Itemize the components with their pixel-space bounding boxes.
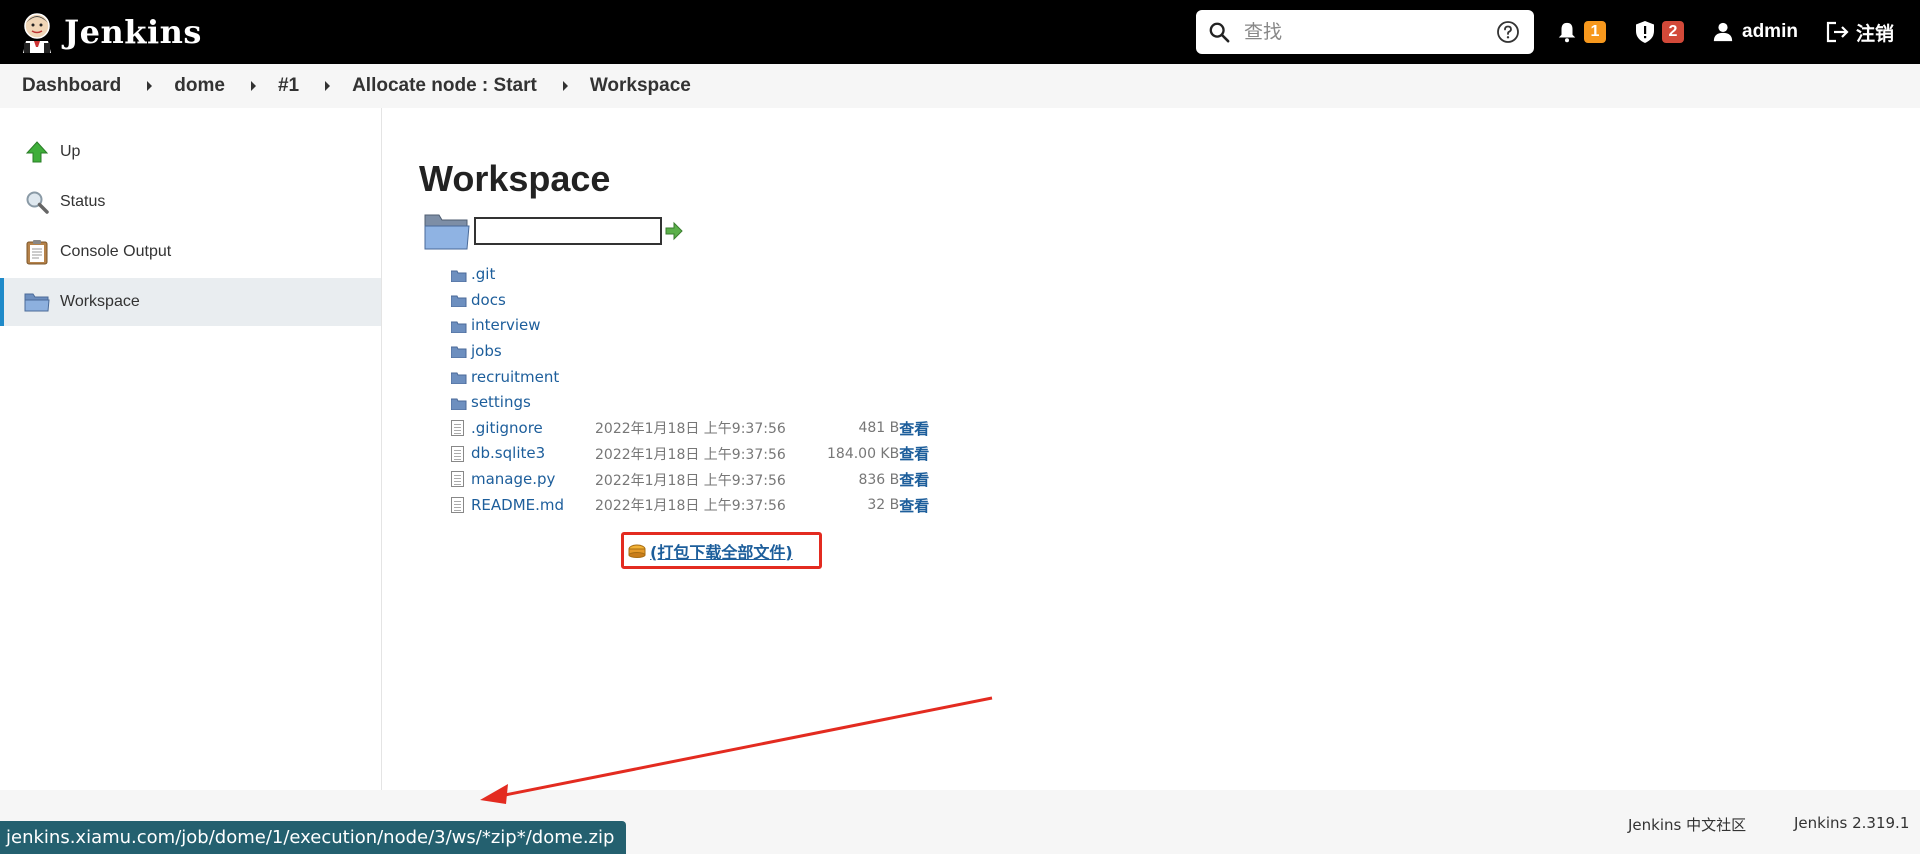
file-date: 2022年1月18日 上午9:37:56 [595, 472, 786, 489]
search-input[interactable] [1244, 21, 1474, 43]
folder-icon [450, 371, 467, 385]
breadcrumb-separator-icon[interactable] [250, 81, 256, 91]
folder-icon [450, 320, 467, 334]
clipboard-icon [24, 239, 50, 265]
archive-icon [628, 544, 646, 558]
folder-icon [450, 397, 467, 411]
view-link[interactable]: 查看 [899, 471, 929, 489]
table-row: .gitignore 2022年1月18日 上午9:37:56 481 B 查看 [451, 416, 929, 442]
sidebar-item-label: Console Output [60, 243, 172, 260]
file-link[interactable]: db.sqlite3 [471, 444, 545, 462]
folder-icon [450, 269, 467, 283]
breadcrumb-separator-icon[interactable] [147, 81, 153, 91]
logout-icon [1826, 21, 1849, 43]
folder-icon [24, 289, 50, 315]
breadcrumb-build[interactable]: #1 [278, 75, 299, 97]
user-icon [1713, 22, 1733, 42]
sidebar-item-up[interactable]: Up [0, 128, 381, 176]
file-list: .git docs interview jobs recruitment set… [450, 262, 929, 518]
notifications-button[interactable]: 1 [1556, 0, 1606, 64]
file-link[interactable]: manage.py [471, 470, 555, 488]
file-size: 836 B [858, 471, 900, 488]
sidebar-item-label: Up [60, 143, 81, 160]
table-row: manage.py 2022年1月18日 上午9:37:56 836 B 查看 [451, 467, 929, 493]
view-link[interactable]: 查看 [899, 445, 929, 463]
path-row [423, 211, 684, 251]
app-name: Jenkins [64, 13, 202, 51]
file-date: 2022年1月18日 上午9:37:56 [595, 421, 786, 438]
notifications-badge: 1 [1584, 21, 1606, 43]
community-link[interactable]: Jenkins 中文社区 [1628, 814, 1746, 835]
file-icon [451, 445, 464, 462]
file-link[interactable]: README.md [471, 496, 564, 514]
logout-label: 注销 [1856, 23, 1895, 45]
view-link[interactable]: 查看 [899, 497, 929, 515]
folder-icon [450, 294, 467, 308]
download-all-link[interactable]: (打包下载全部文件) [650, 539, 793, 563]
help-icon[interactable] [1496, 20, 1520, 44]
breadcrumb-dashboard[interactable]: Dashboard [22, 75, 121, 97]
version-link[interactable]: Jenkins 2.319.1 [1794, 814, 1909, 832]
sidebar-item-label: Workspace [60, 293, 140, 310]
file-icon [451, 497, 464, 514]
go-arrow-icon[interactable] [664, 221, 684, 241]
table-row: db.sqlite3 2022年1月18日 上午9:37:56 184.00 K… [451, 441, 929, 467]
breadcrumb-job[interactable]: dome [174, 75, 225, 97]
path-input[interactable] [474, 217, 662, 245]
sidebar-item-console-output[interactable]: Console Output [0, 228, 381, 276]
folder-icon [450, 345, 467, 359]
folder-link[interactable]: docs [471, 291, 506, 309]
folder-link[interactable]: .git [471, 265, 495, 283]
file-icon [451, 471, 464, 488]
folder-link[interactable]: settings [471, 393, 531, 411]
user-button[interactable]: admin [1712, 0, 1798, 64]
file-date: 2022年1月18日 上午9:37:56 [595, 498, 786, 515]
list-item: docs [450, 288, 929, 314]
main-content: Workspace .git docs interview jobs recru… [419, 108, 1819, 788]
sidebar: Up Status Console Output Workspace [0, 108, 382, 790]
file-size: 481 B [858, 420, 900, 437]
list-item: .git [450, 262, 929, 288]
security-badge: 2 [1662, 21, 1684, 43]
breadcrumb: Dashboard dome #1 Allocate node : Start … [0, 64, 1920, 108]
download-all-highlight: (打包下载全部文件) [621, 532, 822, 569]
link-status-url: jenkins.xiamu.com/job/dome/1/execution/n… [0, 821, 627, 854]
magnifier-icon [24, 189, 50, 215]
file-icon [451, 420, 464, 437]
breadcrumb-node[interactable]: Allocate node : Start [352, 75, 537, 97]
folder-link[interactable]: recruitment [471, 368, 559, 386]
list-item: settings [450, 390, 929, 416]
list-item: recruitment [450, 364, 929, 390]
security-button[interactable]: 2 [1634, 0, 1684, 64]
sidebar-item-label: Status [60, 193, 106, 210]
sidebar-item-workspace[interactable]: Workspace [0, 278, 381, 326]
jenkins-butler-icon [23, 13, 51, 53]
sidebar-item-status[interactable]: Status [0, 178, 381, 226]
shield-icon [1636, 21, 1654, 43]
page-title: Workspace [419, 158, 611, 199]
search-icon [1209, 22, 1230, 43]
username: admin [1742, 21, 1798, 42]
large-folder-icon [424, 214, 470, 250]
jenkins-logo[interactable]: Jenkins [20, 0, 202, 64]
file-date: 2022年1月18日 上午9:37:56 [595, 446, 786, 463]
view-link[interactable]: 查看 [899, 420, 929, 438]
file-link[interactable]: .gitignore [471, 419, 543, 437]
file-size: 32 B [867, 497, 900, 514]
breadcrumb-separator-icon[interactable] [562, 81, 568, 91]
top-header: Jenkins 1 2 admin [0, 0, 1920, 64]
table-row: README.md 2022年1月18日 上午9:37:56 32 B 查看 [451, 492, 929, 518]
logout-button[interactable]: 注销 [1826, 0, 1894, 64]
folder-link[interactable]: jobs [471, 342, 502, 360]
search-box [1196, 10, 1534, 54]
breadcrumb-workspace[interactable]: Workspace [590, 75, 691, 97]
bell-icon [1558, 22, 1576, 43]
breadcrumb-separator-icon[interactable] [325, 81, 331, 91]
list-item: interview [450, 313, 929, 339]
list-item: jobs [450, 339, 929, 365]
folder-link[interactable]: interview [471, 316, 541, 334]
up-arrow-icon [24, 139, 50, 165]
file-size: 184.00 KB [827, 445, 900, 462]
